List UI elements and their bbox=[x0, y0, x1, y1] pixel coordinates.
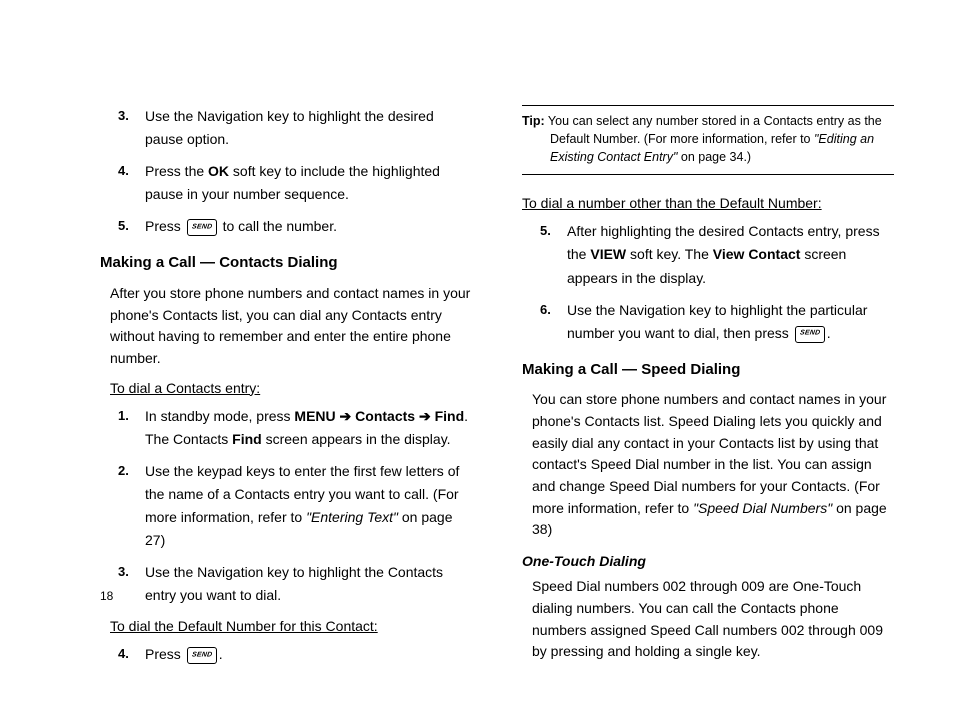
send-icon bbox=[187, 219, 217, 236]
step-text: Use the keypad keys to enter the first f… bbox=[145, 463, 459, 548]
list-item: Press . bbox=[100, 643, 472, 666]
page: Use the Navigation key to highlight the … bbox=[0, 0, 954, 713]
step-text: After highlighting the desired Contacts … bbox=[567, 223, 880, 285]
body-paragraph: You can store phone numbers and contact … bbox=[532, 389, 894, 541]
step-text: Use the Navigation key to highlight the … bbox=[145, 108, 434, 147]
body-paragraph: After you store phone numbers and contac… bbox=[110, 283, 472, 370]
step-text: Use the Navigation key to highlight the … bbox=[145, 564, 443, 603]
step-list-right: After highlighting the desired Contacts … bbox=[522, 220, 894, 344]
section-heading-speed-dialing: Making a Call — Speed Dialing bbox=[522, 359, 894, 382]
left-column: Use the Navigation key to highlight the … bbox=[100, 105, 482, 713]
sub-heading: To dial a number other than the Default … bbox=[522, 193, 894, 214]
step-list-mid: In standby mode, press MENU ➔ Contacts ➔… bbox=[100, 405, 472, 608]
right-column: Tip: You can select any number stored in… bbox=[512, 105, 894, 713]
body-paragraph: Speed Dial numbers 002 through 009 are O… bbox=[532, 576, 894, 663]
list-item: Use the Navigation key to highlight the … bbox=[100, 105, 472, 151]
list-item: Press to call the number. bbox=[100, 215, 472, 238]
step-list-top: Use the Navigation key to highlight the … bbox=[100, 105, 472, 238]
list-item: In standby mode, press MENU ➔ Contacts ➔… bbox=[100, 405, 472, 451]
sub-heading: To dial the Default Number for this Cont… bbox=[110, 616, 472, 637]
list-item: Use the keypad keys to enter the first f… bbox=[100, 460, 472, 552]
step-list-bottom: Press . bbox=[100, 643, 472, 666]
step-text: In standby mode, press MENU ➔ Contacts ➔… bbox=[145, 408, 468, 447]
page-number: 18 bbox=[100, 587, 113, 605]
italic-sub-heading: One-Touch Dialing bbox=[522, 551, 894, 572]
sub-heading: To dial a Contacts entry: bbox=[110, 378, 472, 399]
list-item: Press the OK soft key to include the hig… bbox=[100, 160, 472, 206]
section-heading-contacts-dialing: Making a Call — Contacts Dialing bbox=[100, 252, 472, 275]
list-item: Use the Navigation key to highlight the … bbox=[522, 299, 894, 345]
step-text: Use the Navigation key to highlight the … bbox=[567, 302, 867, 341]
list-item: After highlighting the desired Contacts … bbox=[522, 220, 894, 289]
tip-content: Tip: You can select any number stored in… bbox=[522, 112, 894, 166]
list-item: Use the Navigation key to highlight the … bbox=[100, 561, 472, 607]
step-text: Press . bbox=[145, 646, 223, 662]
send-icon bbox=[187, 647, 217, 664]
send-icon bbox=[795, 326, 825, 343]
step-text: Press the OK soft key to include the hig… bbox=[145, 163, 440, 202]
tip-box: Tip: You can select any number stored in… bbox=[522, 105, 894, 175]
step-text: Press to call the number. bbox=[145, 218, 337, 234]
